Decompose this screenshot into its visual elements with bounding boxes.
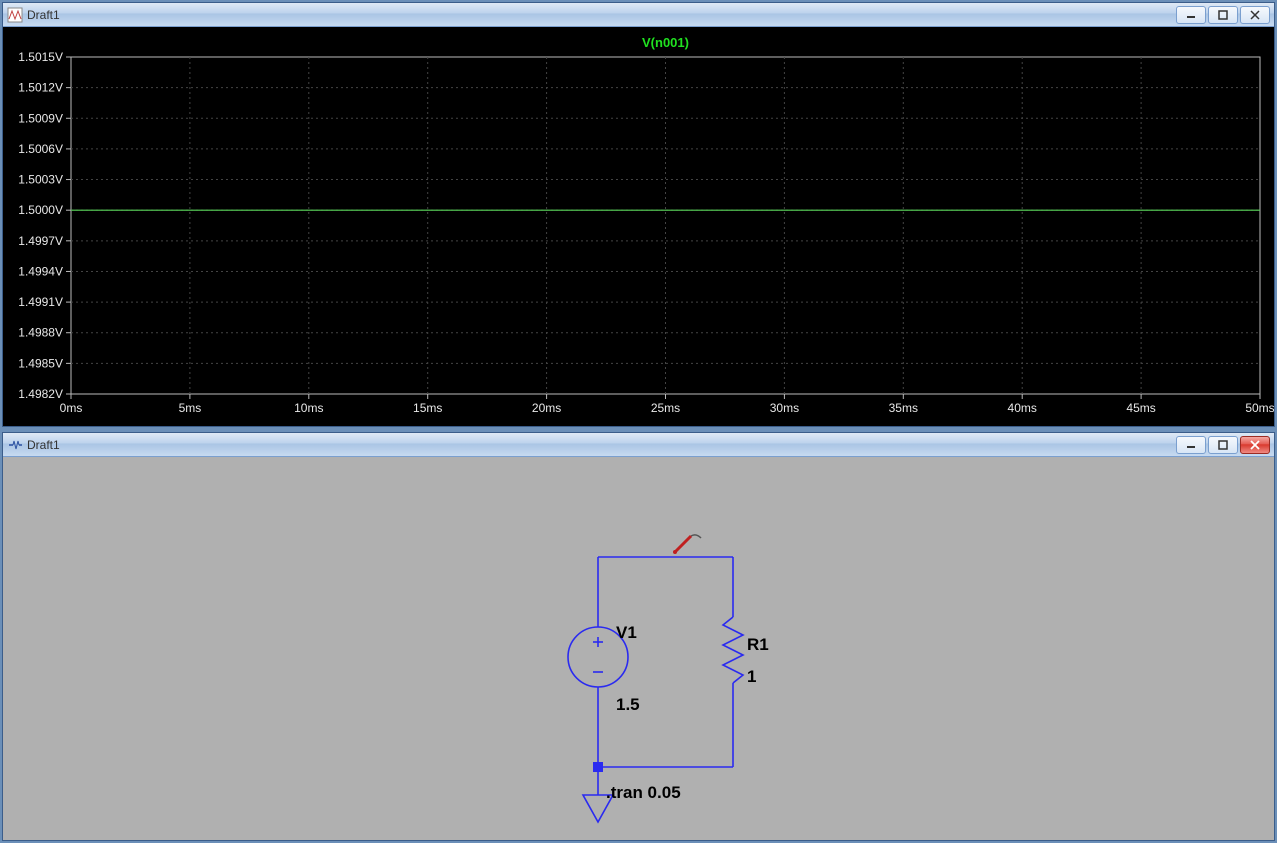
x-tick-label: 50ms [1245, 401, 1274, 415]
resistor-name[interactable]: R1 [747, 635, 769, 655]
close-button[interactable] [1240, 436, 1270, 454]
x-tick-label: 35ms [889, 401, 918, 415]
probe-cursor-icon [673, 535, 701, 554]
maximize-button[interactable] [1208, 6, 1238, 24]
schematic-canvas[interactable]: V1 1.5 R1 1 .tran 0.05 [3, 457, 1274, 840]
y-tick-label: 1.5006V [18, 142, 63, 156]
y-tick-label: 1.4991V [18, 295, 63, 309]
waveform-window: Draft1 0ms 5ms 10ms 15ms 20ms 25ms 30ms 35ms 40m… [2, 2, 1275, 427]
trace-label[interactable]: V(n001) [642, 35, 689, 50]
y-tick-label: 1.4988V [18, 326, 63, 340]
node-junction[interactable] [593, 762, 603, 772]
y-tick-label: 1.5009V [18, 111, 63, 125]
x-tick-label: 45ms [1126, 401, 1155, 415]
spice-directive[interactable]: .tran 0.05 [606, 783, 681, 803]
y-tick-label: 1.5000V [18, 203, 63, 217]
y-tick-label: 1.5003V [18, 173, 63, 187]
x-tick-label: 25ms [651, 401, 680, 415]
resistor-value[interactable]: 1 [747, 667, 756, 687]
x-tick-label: 10ms [294, 401, 323, 415]
y-tick-label: 1.4997V [18, 234, 63, 248]
minimize-button[interactable] [1176, 6, 1206, 24]
waveform-plot-area[interactable]: 0ms 5ms 10ms 15ms 20ms 25ms 30ms 35ms 40ms 45ms 50… [3, 27, 1274, 426]
maximize-button[interactable] [1208, 436, 1238, 454]
schematic-app-icon [7, 437, 23, 453]
voltage-source-name[interactable]: V1 [616, 623, 637, 643]
y-tick-label: 1.4994V [18, 264, 63, 278]
waveform-app-icon [7, 7, 23, 23]
y-tick-label: 1.5012V [18, 81, 63, 95]
schematic-title: Draft1 [27, 438, 1176, 452]
y-tick-label: 1.5015V [18, 50, 63, 64]
schematic-titlebar[interactable]: Draft1 [3, 433, 1274, 457]
y-tick-label: 1.4982V [18, 387, 63, 401]
x-tick-label: 0ms [60, 401, 83, 415]
close-button[interactable] [1240, 6, 1270, 24]
schematic-window: Draft1 [2, 432, 1275, 841]
x-tick-label: 20ms [532, 401, 561, 415]
waveform-title: Draft1 [27, 8, 1176, 22]
minimize-button[interactable] [1176, 436, 1206, 454]
x-tick-label: 5ms [179, 401, 202, 415]
voltage-source-value[interactable]: 1.5 [616, 695, 640, 715]
x-tick-label: 15ms [413, 401, 442, 415]
y-tick-label: 1.4985V [18, 356, 63, 370]
x-tick-label: 30ms [770, 401, 799, 415]
waveform-titlebar[interactable]: Draft1 [3, 3, 1274, 27]
x-tick-label: 40ms [1008, 401, 1037, 415]
